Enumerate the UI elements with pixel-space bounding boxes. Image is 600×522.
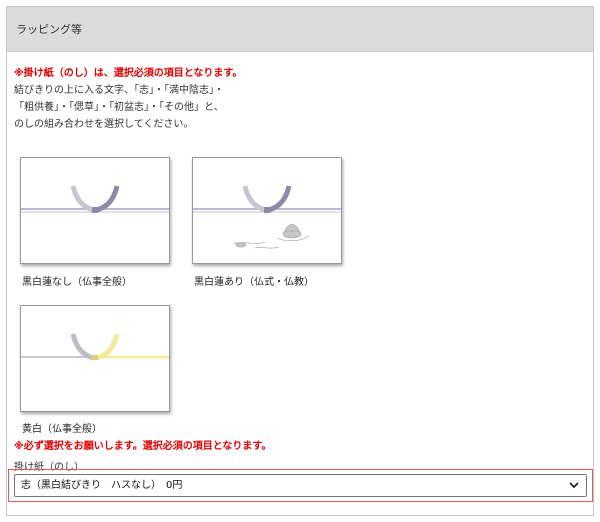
noshi-yellow-image: [21, 333, 169, 361]
selection-required-notice: ※必ず選択をお願いします。選択必須の項目となります。: [14, 441, 272, 452]
section-header: ラッピング等: [7, 7, 593, 52]
noshi-lotus-image: [193, 185, 341, 249]
select-value: 志（黒白結びきり ハスなし） 0円: [21, 480, 183, 491]
required-highlight: 志（黒白結びきり ハスなし） 0円: [8, 469, 593, 502]
noshi-plain-image: [21, 185, 169, 213]
instructions: 結びきりの上に入る文字、「志」・「満中陰志」・ 「粗供養」・「偲草」・「初盆志」…: [14, 82, 224, 133]
instruction-line: 結びきりの上に入る文字、「志」・「満中陰志」・: [14, 85, 224, 96]
noshi-select[interactable]: 志（黒白結びきり ハスなし） 0円: [14, 474, 587, 497]
required-notice: ※掛け紙（のし）は、選択必須の項目となります。: [14, 68, 243, 79]
noshi-option-yellow-white[interactable]: [20, 305, 170, 412]
chevron-down-icon: [569, 482, 579, 489]
instruction-line: 「粗供養」・「偲草」・「初盆志」・「その他」と、: [14, 102, 224, 113]
noshi-option-black-white-plain[interactable]: [20, 157, 170, 264]
noshi-option-black-white-lotus[interactable]: [192, 157, 342, 264]
option-label: 黄白（仏事全般）: [22, 424, 102, 435]
option-label: 黒白蓮なし（仏事全般）: [22, 277, 132, 288]
instruction-line: のしの組み合わせを選択してください。: [14, 119, 194, 130]
option-label: 黒白蓮あり（仏式・仏教）: [194, 277, 314, 288]
section-title: ラッピング等: [16, 23, 82, 36]
lotus-icon: [232, 223, 310, 249]
